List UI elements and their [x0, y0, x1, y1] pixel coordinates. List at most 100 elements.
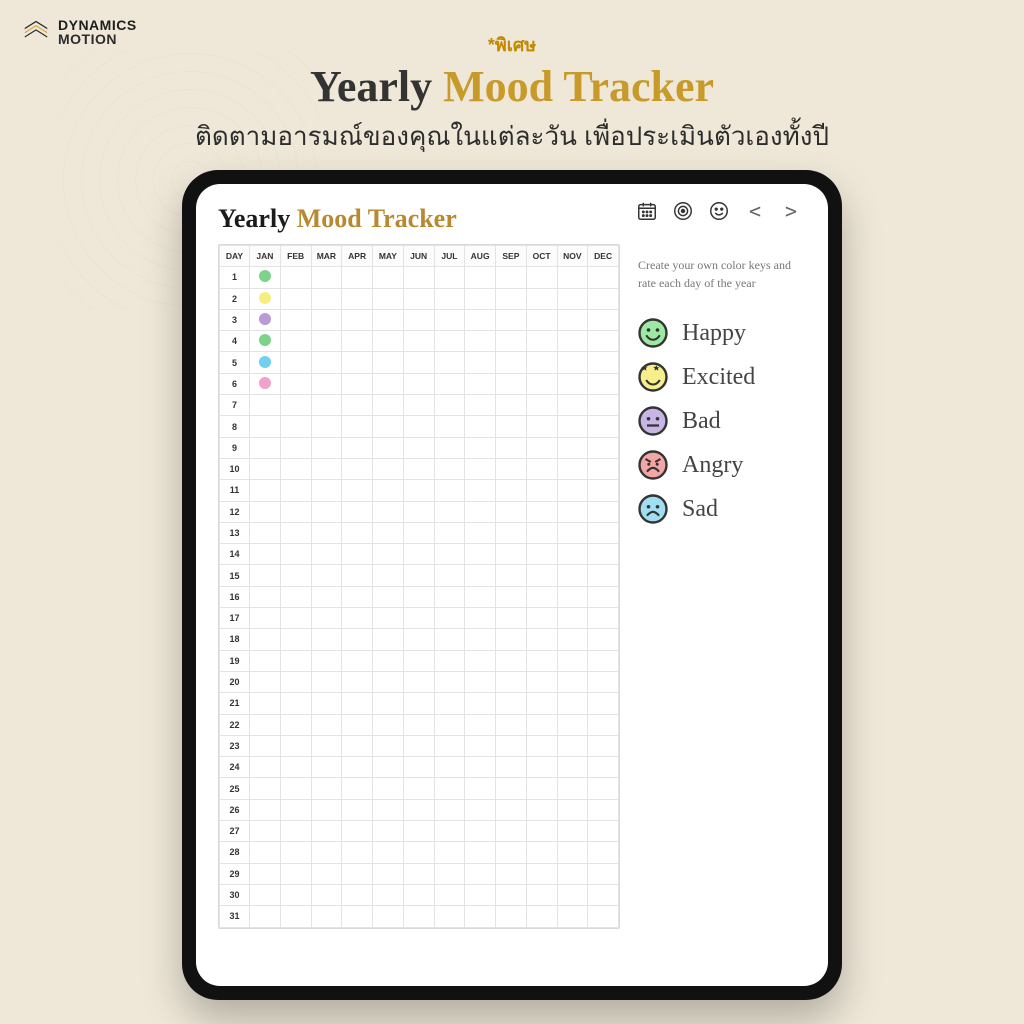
mood-cell[interactable]: [557, 458, 588, 479]
mood-cell[interactable]: [311, 629, 342, 650]
mood-cell[interactable]: [557, 884, 588, 905]
mood-cell[interactable]: [373, 906, 404, 927]
mood-cell[interactable]: [526, 565, 557, 586]
mood-cell[interactable]: [311, 309, 342, 330]
mood-cell[interactable]: [342, 458, 373, 479]
mood-cell[interactable]: [496, 522, 527, 543]
mood-cell[interactable]: [250, 608, 281, 629]
mood-cell[interactable]: [557, 650, 588, 671]
mood-cell[interactable]: [465, 608, 496, 629]
mood-cell[interactable]: [250, 693, 281, 714]
mood-cell[interactable]: [342, 714, 373, 735]
mood-cell[interactable]: [311, 267, 342, 288]
mood-cell[interactable]: [434, 757, 465, 778]
mood-cell[interactable]: [526, 586, 557, 607]
mood-cell[interactable]: [403, 863, 434, 884]
mood-cell[interactable]: [496, 735, 527, 756]
mood-cell[interactable]: [496, 863, 527, 884]
mood-cell[interactable]: [588, 863, 619, 884]
mood-cell[interactable]: [526, 437, 557, 458]
mood-cell[interactable]: [280, 458, 311, 479]
mood-cell[interactable]: [311, 501, 342, 522]
mood-cell[interactable]: [280, 437, 311, 458]
mood-cell[interactable]: [250, 629, 281, 650]
mood-cell[interactable]: [373, 714, 404, 735]
mood-cell[interactable]: [311, 608, 342, 629]
mood-cell[interactable]: [557, 608, 588, 629]
mood-cell[interactable]: [434, 671, 465, 692]
mood-cell[interactable]: [588, 267, 619, 288]
mood-cell[interactable]: [434, 522, 465, 543]
mood-cell[interactable]: [280, 757, 311, 778]
mood-cell[interactable]: [526, 757, 557, 778]
mood-cell[interactable]: [280, 671, 311, 692]
mood-cell[interactable]: [496, 309, 527, 330]
mood-cell[interactable]: [465, 842, 496, 863]
mood-cell[interactable]: [496, 821, 527, 842]
mood-cell[interactable]: [465, 288, 496, 309]
mood-cell[interactable]: [250, 309, 281, 330]
mood-cell[interactable]: [342, 565, 373, 586]
mood-cell[interactable]: [342, 416, 373, 437]
mood-cell[interactable]: [588, 693, 619, 714]
mood-cell[interactable]: [311, 522, 342, 543]
mood-cell[interactable]: [557, 842, 588, 863]
mood-cell[interactable]: [588, 373, 619, 394]
mood-cell[interactable]: [465, 480, 496, 501]
mood-cell[interactable]: [373, 544, 404, 565]
mood-cell[interactable]: [373, 671, 404, 692]
mood-cell[interactable]: [311, 331, 342, 352]
mood-cell[interactable]: [403, 480, 434, 501]
mood-cell[interactable]: [557, 309, 588, 330]
mood-cell[interactable]: [342, 309, 373, 330]
mood-cell[interactable]: [526, 906, 557, 927]
mood-cell[interactable]: [588, 352, 619, 373]
mood-cell[interactable]: [403, 288, 434, 309]
mood-cell[interactable]: [465, 544, 496, 565]
mood-cell[interactable]: [311, 544, 342, 565]
mood-cell[interactable]: [280, 544, 311, 565]
mood-cell[interactable]: [311, 650, 342, 671]
mood-cell[interactable]: [311, 757, 342, 778]
mood-cell[interactable]: [496, 714, 527, 735]
mood-cell[interactable]: [373, 288, 404, 309]
mood-cell[interactable]: [342, 331, 373, 352]
mood-cell[interactable]: [250, 416, 281, 437]
mood-cell[interactable]: [434, 650, 465, 671]
mood-cell[interactable]: [250, 480, 281, 501]
mood-cell[interactable]: [280, 416, 311, 437]
mood-cell[interactable]: [465, 863, 496, 884]
mood-cell[interactable]: [311, 671, 342, 692]
mood-cell[interactable]: [434, 714, 465, 735]
mood-cell[interactable]: [280, 352, 311, 373]
mood-cell[interactable]: [250, 799, 281, 820]
mood-cell[interactable]: [403, 352, 434, 373]
mood-cell[interactable]: [557, 331, 588, 352]
mood-cell[interactable]: [403, 842, 434, 863]
mood-cell[interactable]: [403, 778, 434, 799]
mood-cell[interactable]: [250, 757, 281, 778]
mood-cell[interactable]: [373, 778, 404, 799]
mood-cell[interactable]: [403, 437, 434, 458]
mood-cell[interactable]: [342, 544, 373, 565]
mood-cell[interactable]: [280, 331, 311, 352]
mood-cell[interactable]: [373, 586, 404, 607]
mood-cell[interactable]: [496, 480, 527, 501]
mood-cell[interactable]: [311, 395, 342, 416]
mood-cell[interactable]: [280, 267, 311, 288]
mood-cell[interactable]: [588, 608, 619, 629]
mood-cell[interactable]: [373, 629, 404, 650]
mood-cell[interactable]: [496, 501, 527, 522]
mood-cell[interactable]: [373, 309, 404, 330]
mood-cell[interactable]: [496, 437, 527, 458]
mood-cell[interactable]: [465, 416, 496, 437]
mood-cell[interactable]: [496, 395, 527, 416]
mood-cell[interactable]: [557, 416, 588, 437]
mood-cell[interactable]: [557, 693, 588, 714]
mood-cell[interactable]: [465, 778, 496, 799]
mood-cell[interactable]: [250, 821, 281, 842]
mood-cell[interactable]: [280, 821, 311, 842]
mood-cell[interactable]: [465, 884, 496, 905]
mood-cell[interactable]: [465, 352, 496, 373]
mood-cell[interactable]: [465, 629, 496, 650]
